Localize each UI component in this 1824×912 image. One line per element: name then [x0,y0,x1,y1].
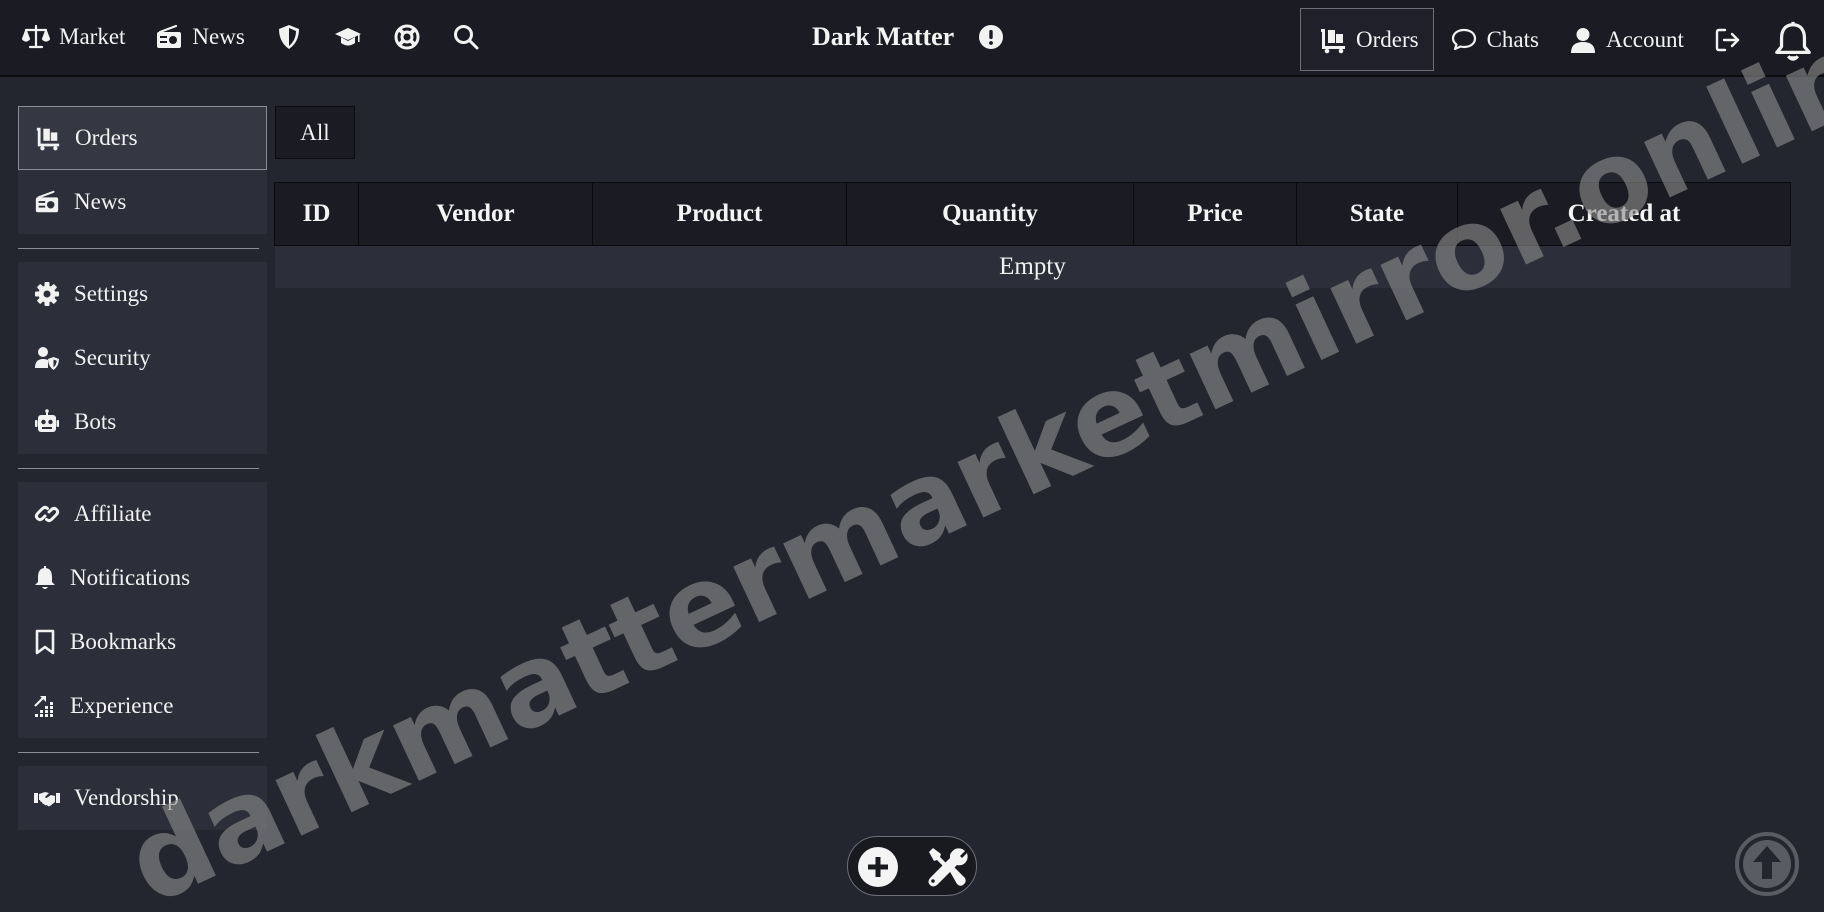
sidebar-group-main: Orders News [18,106,267,234]
sidebar-item-label: Vendorship [74,785,179,810]
handshake-icon [34,785,60,811]
filter-tab-all[interactable]: All [275,106,355,159]
bell-icon [1772,17,1814,63]
empty-state-text: Empty [274,245,1791,288]
notifications-button[interactable] [1772,8,1814,71]
sidebar-item-label: News [74,189,127,214]
column-header-vendor[interactable]: Vendor [358,182,593,246]
radio-icon [34,189,60,215]
shield-icon [275,23,303,51]
sidebar-item-label: Experience [70,693,174,718]
brand-title[interactable]: Dark Matter [812,22,954,52]
column-header-product[interactable]: Product [592,182,847,246]
sidebar-item-security[interactable]: Security [18,326,267,390]
logout-icon [1714,26,1742,54]
nav-orders-label: Orders [1356,26,1419,52]
bookmark-icon [34,629,56,655]
arrow-up-circle-icon [1735,832,1799,896]
sidebar-item-experience[interactable]: Experience [18,674,267,738]
sidebar-divider [18,752,259,753]
table-header-row: ID Vendor Product Quantity Price State C… [274,182,1791,246]
sidebar-group-account: Settings Security Bots [18,262,267,454]
sidebar-item-label: Orders [75,125,138,150]
graduation-cap-icon [334,23,362,51]
column-header-quantity[interactable]: Quantity [846,182,1134,246]
cart-flatbed-icon [35,125,61,151]
scroll-to-top-button[interactable] [1734,831,1800,897]
sidebar-item-notifications[interactable]: Notifications [18,546,267,610]
sidebar-group-vendor: Vendorship [18,766,267,830]
nav-search[interactable] [452,18,480,56]
nav-shield[interactable] [275,18,303,56]
sidebar-item-news[interactable]: News [18,170,267,234]
life-ring-icon [393,23,421,51]
sidebar-divider [18,468,259,469]
primary-nav: Market News [22,18,480,56]
search-icon [452,23,480,51]
nav-education[interactable] [334,18,362,56]
link-icon [34,501,60,527]
tools-button[interactable] [925,845,969,889]
column-header-price[interactable]: Price [1133,182,1297,246]
radio-icon [155,23,183,51]
sidebar-item-settings[interactable]: Settings [18,262,267,326]
add-button[interactable] [857,846,899,888]
brand: Dark Matter [812,22,1004,52]
sidebar-group-extras: Affiliate Notifications Bookmarks Experi… [18,482,267,738]
sidebar-item-bots[interactable]: Bots [18,390,267,454]
plus-circle-icon [858,847,898,887]
nav-support[interactable] [393,18,421,56]
nav-orders[interactable]: Orders [1300,8,1434,71]
user-icon [1569,26,1597,54]
sidebar-item-label: Settings [74,281,149,306]
scale-icon [22,23,50,51]
nav-account[interactable]: Account [1569,8,1684,71]
cart-flatbed-icon [1319,26,1347,54]
top-navbar: Market News Dark Matter Orders Chats Acc… [0,0,1824,77]
robot-icon [34,409,60,435]
floating-action-group [847,836,977,896]
logout-button[interactable] [1714,8,1742,71]
nav-news-label: News [192,24,245,49]
sidebar-item-label: Bots [74,409,117,434]
chat-bubble-icon [1450,26,1478,54]
table-row: Empty [274,245,1791,288]
nav-market-label: Market [59,24,126,49]
sidebar-item-label: Bookmarks [70,629,177,654]
account-nav: Orders Chats Account [1300,8,1814,71]
user-shield-icon [34,345,60,371]
sidebar-item-bookmarks[interactable]: Bookmarks [18,610,267,674]
sidebar-item-orders[interactable]: Orders [18,106,267,170]
tools-icon [928,848,968,887]
nav-market[interactable]: Market [22,18,125,56]
chart-growth-icon [34,693,56,719]
sidebar-item-label: Security [74,345,151,370]
nav-news[interactable]: News [155,18,245,56]
column-header-created-at[interactable]: Created at [1457,182,1791,246]
sidebar-item-label: Affiliate [74,501,152,526]
watermark-text: darkmattermarketmirror.online [108,0,1824,912]
column-header-state[interactable]: State [1296,182,1458,246]
gear-icon [34,281,60,307]
sidebar-item-vendorship[interactable]: Vendorship [18,766,267,830]
sidebar-item-label: Notifications [70,565,191,590]
settings-sidebar: Orders News Settings Security Bots Affil… [18,106,267,830]
nav-chats[interactable]: Chats [1450,8,1539,71]
info-icon[interactable] [978,24,1004,50]
column-header-id[interactable]: ID [274,182,359,246]
sidebar-divider [18,248,259,249]
bell-icon [34,565,56,591]
nav-account-label: Account [1605,26,1684,52]
sidebar-item-affiliate[interactable]: Affiliate [18,482,267,546]
orders-table: ID Vendor Product Quantity Price State C… [274,182,1791,288]
nav-chats-label: Chats [1486,26,1539,52]
